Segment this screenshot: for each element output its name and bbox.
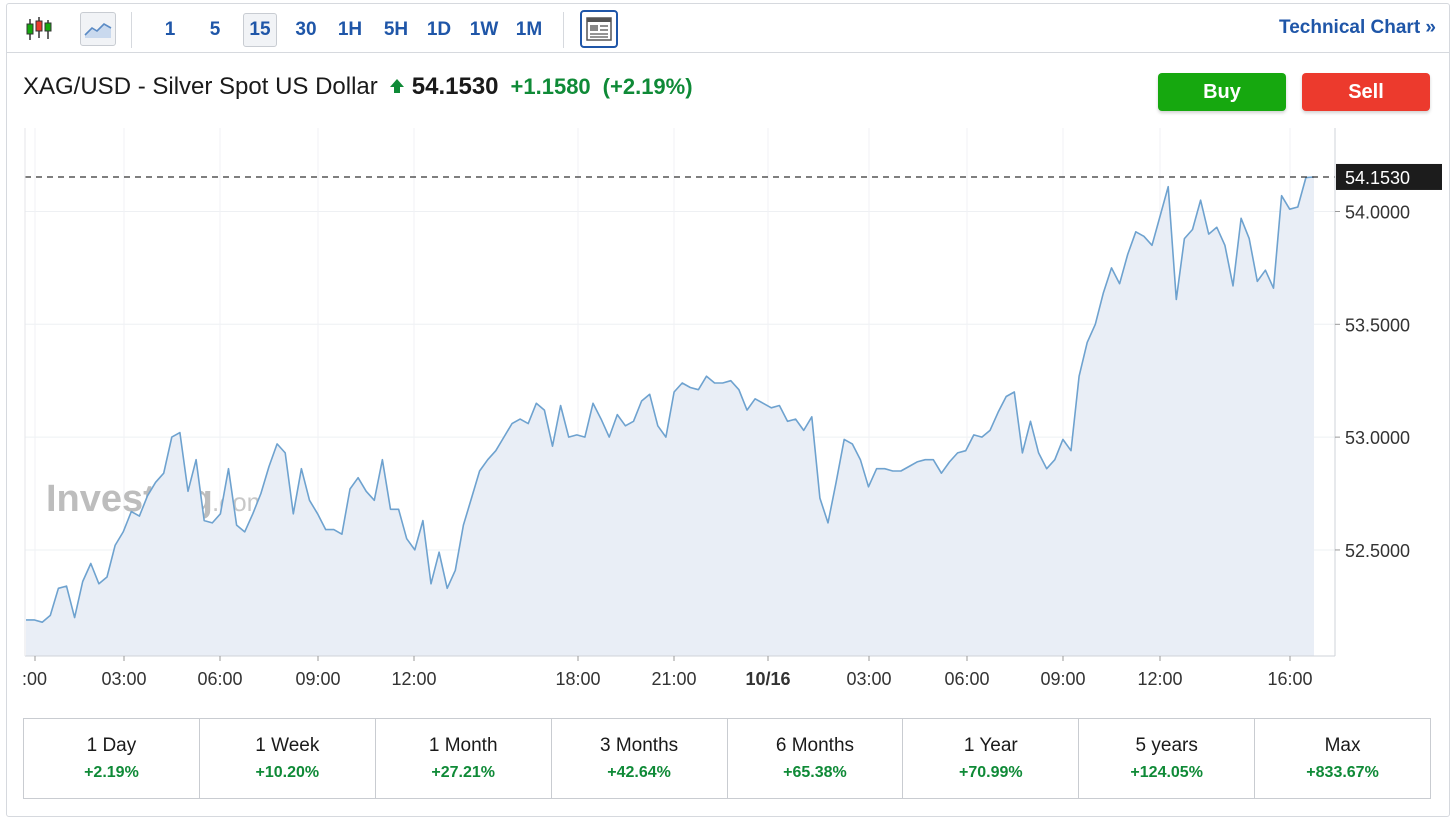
period-change: +42.64% bbox=[607, 764, 671, 781]
x-tick-label: 18:00 bbox=[555, 669, 600, 689]
price-series bbox=[26, 176, 1315, 656]
x-tick-label: 21:00 bbox=[651, 669, 696, 689]
last-price-label: 54.1530 bbox=[1345, 168, 1410, 188]
y-tick-label: 54.0000 bbox=[1345, 202, 1410, 222]
period-change: +65.38% bbox=[783, 764, 847, 781]
period-cell[interactable]: 1 Year +70.99% bbox=[903, 719, 1080, 798]
period-cell[interactable]: 5 years +124.05% bbox=[1079, 719, 1256, 798]
period-cell[interactable]: 1 Month +27.21% bbox=[376, 719, 552, 798]
period-label: 1 Year bbox=[963, 735, 1018, 756]
period-label: Max bbox=[1324, 735, 1361, 756]
period-label: 6 Months bbox=[775, 735, 855, 756]
x-tick-label: 03:00 bbox=[846, 669, 891, 689]
period-change: +2.19% bbox=[84, 764, 139, 781]
y-tick-label: 53.0000 bbox=[1345, 428, 1410, 448]
period-label: 3 Months bbox=[599, 735, 679, 756]
x-tick-label: 12:00 bbox=[1137, 669, 1182, 689]
x-tick-label: 06:00 bbox=[944, 669, 989, 689]
period-change: +124.05% bbox=[1130, 764, 1203, 781]
x-tick-label: 09:00 bbox=[295, 669, 340, 689]
price-chart[interactable]: Investing .com 54.000053.500053.000052.5… bbox=[0, 0, 1456, 700]
period-change: +70.99% bbox=[959, 764, 1023, 781]
x-tick-label: 16:00 bbox=[1267, 669, 1312, 689]
period-change: +833.67% bbox=[1306, 764, 1379, 781]
period-change: +27.21% bbox=[431, 764, 495, 781]
period-cell[interactable]: Max +833.67% bbox=[1255, 719, 1430, 798]
x-tick-label: 06:00 bbox=[197, 669, 242, 689]
period-cell[interactable]: 1 Day +2.19% bbox=[24, 719, 200, 798]
period-label: 5 years bbox=[1135, 735, 1198, 756]
x-tick-label: 03:00 bbox=[101, 669, 146, 689]
period-cell[interactable]: 1 Week +10.20% bbox=[200, 719, 376, 798]
period-label: 1 Month bbox=[428, 735, 498, 756]
period-performance-table: 1 Day +2.19% 1 Week +10.20% 1 Month +27.21% 3 … bbox=[23, 718, 1431, 799]
period-change: +10.20% bbox=[255, 764, 320, 781]
x-tick-label: :00 bbox=[22, 669, 47, 689]
y-tick-label: 53.5000 bbox=[1345, 315, 1410, 335]
x-tick-label: 09:00 bbox=[1040, 669, 1085, 689]
x-tick-label: 12:00 bbox=[391, 669, 436, 689]
x-tick-label: 10/16 bbox=[745, 669, 790, 689]
y-tick-label: 52.5000 bbox=[1345, 541, 1410, 561]
period-label: 1 Week bbox=[255, 735, 320, 756]
period-cell[interactable]: 3 Months +42.64% bbox=[552, 719, 728, 798]
period-label: 1 Day bbox=[86, 735, 137, 756]
period-cell[interactable]: 6 Months +65.38% bbox=[728, 719, 904, 798]
